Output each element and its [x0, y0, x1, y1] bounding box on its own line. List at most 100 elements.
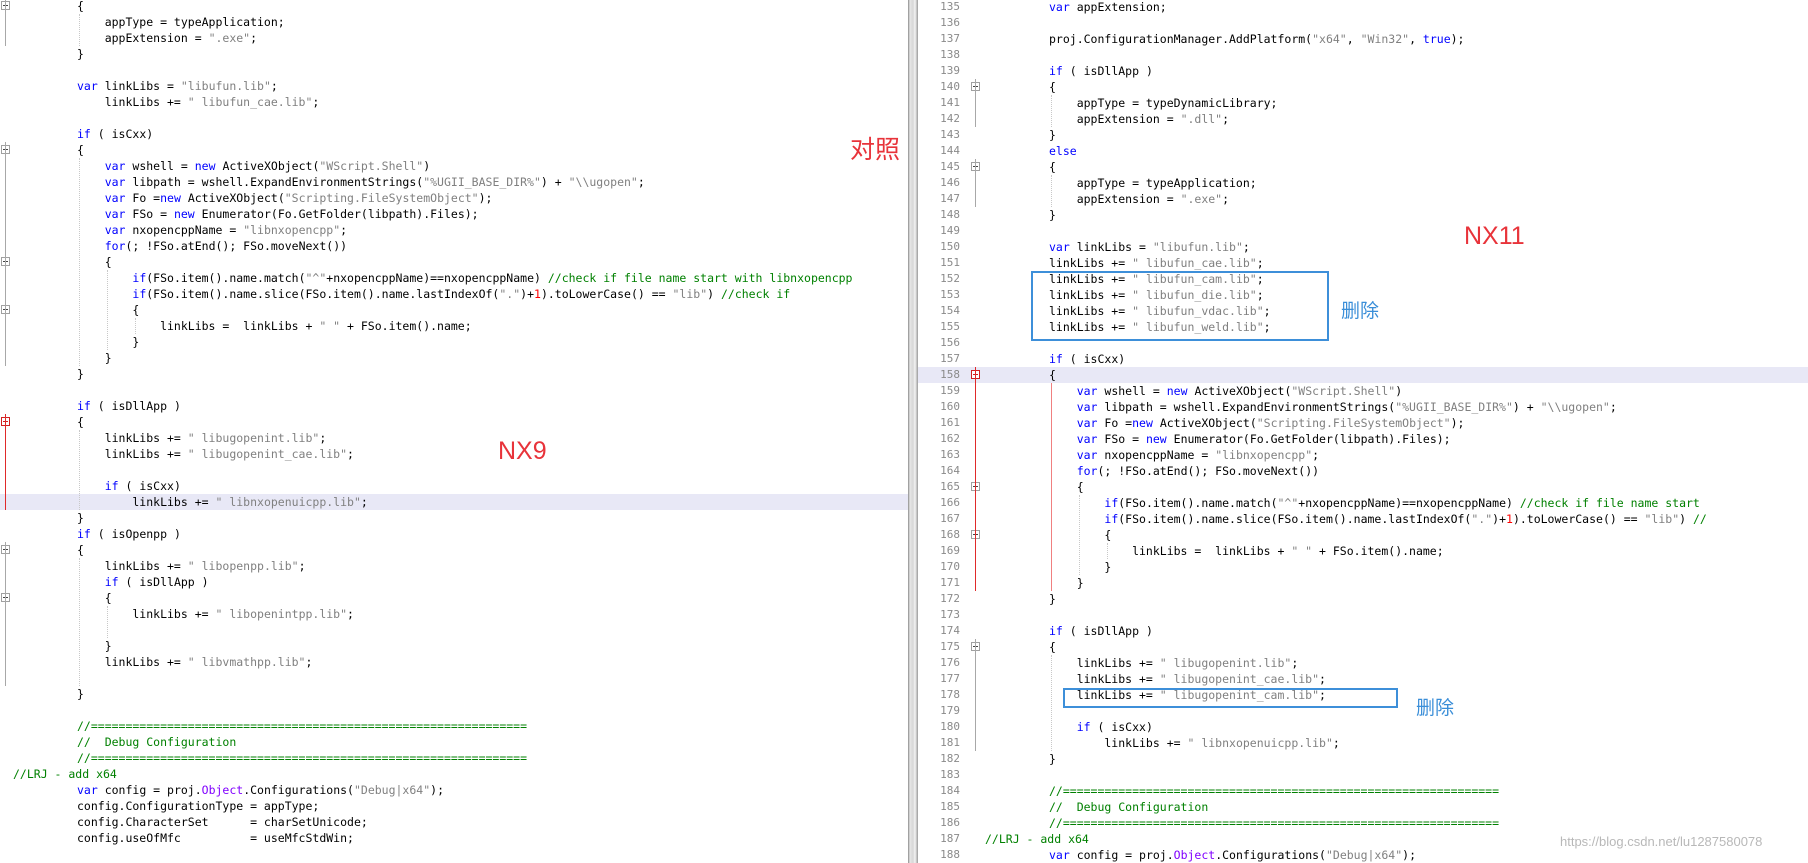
code-line[interactable]: linkLibs += " libugopenint.lib";: [0, 430, 908, 446]
code-line[interactable]: 145 {: [918, 159, 1808, 175]
code-line[interactable]: 173: [918, 607, 1808, 623]
code-line[interactable]: 140 {: [918, 79, 1808, 95]
code-text: var nxopencppName = "libnxopencpp";: [104, 223, 348, 237]
code-line[interactable]: linkLibs += " libugopenint_cae.lib";: [0, 446, 908, 462]
code-line[interactable]: 185 // Debug Configuration: [918, 799, 1808, 815]
code-line[interactable]: 137 proj.ConfigurationManager.AddPlatform…: [918, 31, 1808, 47]
code-line[interactable]: if(FSo.item().name.slice(FSo.item().name…: [0, 286, 908, 302]
code-line[interactable]: {: [0, 414, 908, 430]
code-line[interactable]: 157 if ( isCxx): [918, 351, 1808, 367]
code-line[interactable]: 149: [918, 223, 1808, 239]
line-number: 141: [940, 96, 960, 109]
code-line[interactable]: var FSo = new Enumerator(Fo.GetFolder(li…: [0, 206, 908, 222]
code-text: var config = proj.Object.Configurations(…: [77, 783, 444, 797]
code-line[interactable]: var linkLibs = "libufun.lib";: [0, 78, 908, 94]
code-line[interactable]: }: [0, 350, 908, 366]
code-line[interactable]: 150 var linkLibs = "libufun.lib";: [918, 239, 1808, 255]
code-line[interactable]: linkLibs += " libopenintpp.lib";: [0, 606, 908, 622]
code-text: {: [1049, 480, 1084, 494]
code-line[interactable]: 135 var appExtension;: [918, 0, 1808, 15]
fold-gutter-line: [975, 159, 976, 207]
line-number: 188: [940, 848, 960, 861]
code-line[interactable]: if ( isDllApp ): [0, 398, 908, 414]
code-line[interactable]: linkLibs += " libvmathpp.lib";: [0, 654, 908, 670]
code-line[interactable]: {: [0, 254, 908, 270]
code-line[interactable]: config.useOfMfc = useMfcStdWin;: [0, 830, 908, 846]
fold-gutter-line: [975, 79, 976, 127]
code-line[interactable]: // Debug Configuration: [0, 734, 908, 750]
code-line[interactable]: for(; !FSo.atEnd(); FSo.moveNext()): [0, 238, 908, 254]
code-line[interactable]: //======================================…: [0, 750, 908, 766]
code-line[interactable]: 188 var config = proj.Object.Configuratio…: [918, 847, 1808, 863]
code-text: appExtension = ".exe";: [77, 31, 258, 45]
code-line[interactable]: var wshell = new ActiveXObject("WScript.…: [0, 158, 908, 174]
code-line[interactable]: 148}: [918, 207, 1808, 223]
code-line[interactable]: 144 else: [918, 143, 1808, 159]
line-number: 185: [940, 800, 960, 813]
code-line[interactable]: 172}: [918, 591, 1808, 607]
code-line[interactable]: var config = proj.Object.Configurations(…: [0, 782, 908, 798]
code-line[interactable]: if ( isCxx): [0, 478, 908, 494]
code-line[interactable]: [0, 110, 908, 126]
code-line[interactable]: [0, 622, 908, 638]
code-line[interactable]: //======================================…: [0, 718, 908, 734]
line-number: 157: [940, 352, 960, 365]
code-line[interactable]: [0, 62, 908, 78]
code-line[interactable]: config.CharacterSet = charSetUnicode;: [0, 814, 908, 830]
code-line[interactable]: var nxopencppName = "libnxopencpp";: [0, 222, 908, 238]
code-line[interactable]: 184 //===================================…: [918, 783, 1808, 799]
left-editor-pane[interactable]: { appType = typeApplication; appExtensio…: [0, 0, 908, 863]
code-line[interactable]: {: [0, 0, 908, 14]
code-line[interactable]: }: [0, 638, 908, 654]
code-text: {: [77, 415, 84, 429]
code-text: // Debug Configuration: [1049, 800, 1209, 814]
code-line[interactable]: [0, 702, 908, 718]
code-line[interactable]: if ( isDllApp ): [0, 574, 908, 590]
code-line[interactable]: {: [0, 542, 908, 558]
code-line[interactable]: 143}: [918, 127, 1808, 143]
code-line[interactable]: 136: [918, 15, 1808, 31]
code-line[interactable]: linkLibs += " libnxopenuicpp.lib";: [0, 494, 908, 510]
code-line[interactable]: 175 {: [918, 639, 1808, 655]
code-text: }: [77, 47, 84, 61]
code-line[interactable]: [0, 462, 908, 478]
right-editor-pane[interactable]: 135 var appExtension; 136 137 proj.Configura…: [918, 0, 1808, 863]
code-line[interactable]: }: [0, 510, 908, 526]
code-line[interactable]: linkLibs += " libufun_cae.lib";: [0, 94, 908, 110]
code-line[interactable]: }: [0, 46, 908, 62]
code-line[interactable]: if ( isCxx): [0, 126, 908, 142]
code-text: var nxopencppName = "libnxopencpp";: [1076, 448, 1320, 462]
code-line[interactable]: }: [0, 686, 908, 702]
code-line[interactable]: config.ConfigurationType = appType;: [0, 798, 908, 814]
code-line[interactable]: //LRJ - add x64: [0, 766, 908, 782]
code-line[interactable]: var Fo =new ActiveXObject("Scripting.Fil…: [0, 190, 908, 206]
code-text: }: [77, 351, 112, 365]
code-line[interactable]: 139 if ( isDllApp ): [918, 63, 1808, 79]
code-text: appExtension = ".dll";: [1049, 112, 1230, 126]
code-text: appExtension = ".exe";: [1049, 192, 1230, 206]
code-line[interactable]: 182}: [918, 751, 1808, 767]
code-line[interactable]: 151 linkLibs += " libufun_cae.lib";: [918, 255, 1808, 271]
code-line[interactable]: {: [0, 142, 908, 158]
code-line[interactable]: appType = typeApplication;: [0, 14, 908, 30]
code-line[interactable]: [0, 382, 908, 398]
code-line[interactable]: 138: [918, 47, 1808, 63]
code-line[interactable]: var libpath = wshell.ExpandEnvironmentSt…: [0, 174, 908, 190]
code-line[interactable]: }: [0, 334, 908, 350]
code-line[interactable]: {: [0, 590, 908, 606]
code-line[interactable]: {: [0, 302, 908, 318]
code-line[interactable]: [0, 670, 908, 686]
code-text: if ( isDllApp ): [104, 575, 209, 589]
code-line[interactable]: 186 //===================================…: [918, 815, 1808, 831]
code-line[interactable]: linkLibs += " libopenpp.lib";: [0, 558, 908, 574]
code-line[interactable]: linkLibs = linkLibs + " " + FSo.item().n…: [0, 318, 908, 334]
code-line[interactable]: 183: [918, 767, 1808, 783]
code-line[interactable]: if ( isOpenpp ): [0, 526, 908, 542]
annotation-nx9: NX9: [498, 437, 547, 465]
code-line[interactable]: if(FSo.item().name.match("^"+nxopencppNa…: [0, 270, 908, 286]
pane-splitter[interactable]: [908, 0, 918, 863]
code-line[interactable]: }: [0, 366, 908, 382]
code-line[interactable]: appExtension = ".exe";: [0, 30, 908, 46]
code-line[interactable]: 158 {: [918, 367, 1808, 383]
code-line[interactable]: 174 if ( isDllApp ): [918, 623, 1808, 639]
